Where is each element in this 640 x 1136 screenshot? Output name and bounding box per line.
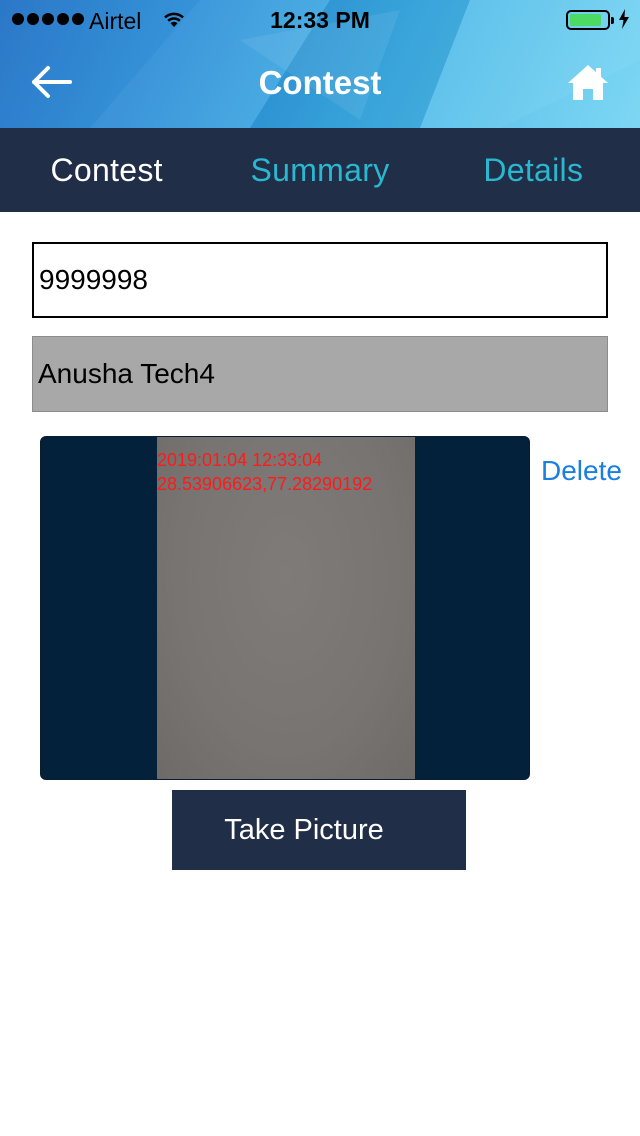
name-field: Anusha Tech4 xyxy=(32,336,608,412)
home-button[interactable] xyxy=(566,62,610,102)
charging-bolt-icon xyxy=(619,9,629,29)
id-input-field[interactable]: 9999998 xyxy=(32,242,608,318)
photo-timestamp: 2019:01:04 12:33:04 xyxy=(157,450,323,470)
page-title: Contest xyxy=(258,64,382,101)
tab-summary[interactable]: Summary xyxy=(213,128,426,212)
status-time: 12:33 PM xyxy=(270,7,370,33)
tab-contest[interactable]: Contest xyxy=(0,128,213,212)
photo-stamp: 2019:01:04 12:33:04 28.53906623,77.28290… xyxy=(157,448,372,496)
home-icon xyxy=(568,65,608,100)
battery-icon xyxy=(566,10,614,30)
app-header: Airtel 12:33 PM Contest xyxy=(0,0,640,128)
photo-coordinates: 28.53906623,77.28290192 xyxy=(157,474,373,494)
tab-details[interactable]: Details xyxy=(427,128,640,212)
delete-photo-button[interactable]: Delete xyxy=(541,455,622,487)
tab-bar: Contest Summary Details xyxy=(0,128,640,212)
status-bar: Airtel 12:33 PM xyxy=(0,0,640,40)
photo-preview: 2019:01:04 12:33:04 28.53906623,77.28290… xyxy=(40,436,530,780)
take-picture-button[interactable]: Take Picture xyxy=(172,790,466,870)
captured-photo: 2019:01:04 12:33:04 28.53906623,77.28290… xyxy=(157,437,415,779)
